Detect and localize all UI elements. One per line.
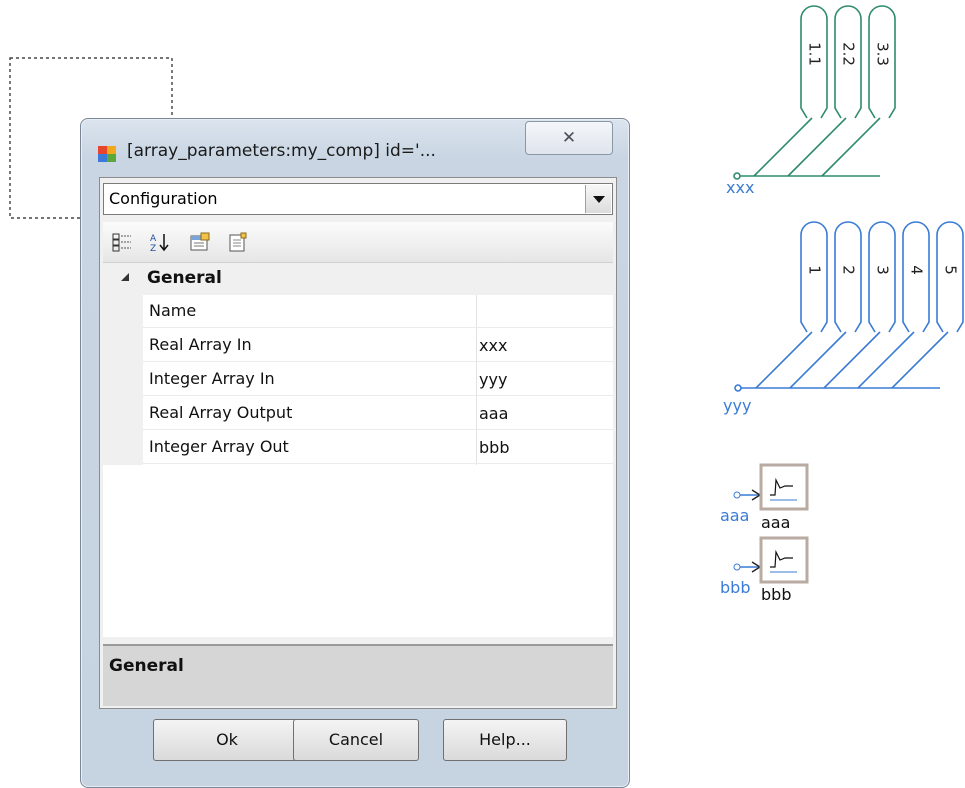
chevron-down-icon[interactable] [585,185,611,213]
property-value[interactable]: yyy [479,370,507,389]
cancel-button[interactable]: Cancel [293,719,419,761]
array-element-label: 3 [874,265,892,275]
array-element-label: 1 [806,265,824,275]
output-block-bbb[interactable] [733,536,809,584]
description-pane: General [103,644,613,706]
svg-text:Z: Z [150,244,156,253]
category-dropdown-value: Configuration [109,189,218,208]
array-element-capsule[interactable] [936,221,964,333]
dialog-title: [array_parameters:my_comp] id='... [127,141,436,161]
app-window-icon [98,146,116,162]
property-name: Integer Array In [149,369,275,388]
array-element-connector [857,331,915,389]
array-element-label: 4 [908,265,926,275]
output-block-aaa[interactable] [733,463,809,511]
events-icon[interactable] [227,231,249,253]
array-element-capsule[interactable] [868,221,896,333]
property-pages-icon[interactable] [189,231,211,253]
block-label-bbb: bbb [761,585,792,604]
close-button[interactable]: ✕ [525,121,613,155]
block-label-aaa: aaa [761,513,791,532]
property-name: Integer Array Out [149,437,289,456]
array-element-label: 1.1 [806,42,824,66]
array-element-label: 3.3 [874,42,892,66]
array-element-capsule[interactable] [800,221,828,333]
array-element-connector [787,117,847,177]
blue-array-group[interactable]: 1 2 3 4 5 [734,221,964,392]
property-value[interactable]: bbb [479,438,509,457]
property-row-name[interactable]: Name [143,295,613,328]
array-element-capsule[interactable] [834,221,862,333]
ok-button[interactable]: Ok [153,719,301,761]
svg-text:A: A [150,234,157,244]
property-row-real-array-in[interactable]: Real Array In xxx [143,329,613,362]
close-icon: ✕ [561,128,577,148]
property-row-integer-array-out[interactable]: Integer Array Out bbb [143,431,613,464]
category-label: General [147,268,222,288]
property-row-integer-array-in[interactable]: Integer Array In yyy [143,363,613,396]
array-element-connector [823,331,881,389]
properties-dialog: [array_parameters:my_comp] id='... ✕ Con… [80,118,630,788]
category-dropdown[interactable]: Configuration [103,183,613,215]
array-element-connector [753,117,813,177]
array-element-label: 5 [942,265,960,275]
description-title: General [109,656,184,676]
wire-label-bbb: bbb [720,578,751,597]
array-element-label: 2 [840,265,858,275]
property-name: Real Array Output [149,403,293,422]
property-value[interactable]: xxx [479,336,507,355]
category-row-general[interactable]: General [103,263,613,295]
array-element-connector [755,331,813,389]
help-button[interactable]: Help... [443,719,567,761]
property-name: Name [149,301,197,320]
array-element-connector [789,331,847,389]
property-grid-panel: Configuration A Z General Name Real Arra… [99,177,617,709]
categorized-icon[interactable] [111,231,133,253]
sort-alphabetical-icon[interactable]: A Z [149,231,171,253]
wire-label-aaa: aaa [720,506,750,525]
property-grid: General Name Real Array In xxx Integer A… [103,262,613,637]
array-element-label: 2.2 [840,42,858,66]
collapse-triangle-icon[interactable] [121,273,129,281]
array-element-capsule[interactable] [902,221,930,333]
property-toolbar: A Z [103,222,613,262]
array-element-connector [891,331,949,389]
port-circle[interactable] [734,384,742,392]
wire-label-xxx: xxx [726,178,755,197]
array-element-connector [821,117,881,177]
grid-gutter [103,295,143,465]
green-array-group[interactable]: 1.1 2.2 3.3 [733,5,896,180]
property-name: Real Array In [149,335,252,354]
wire-label-yyy: yyy [723,396,752,415]
property-value[interactable]: aaa [479,404,508,423]
property-row-real-array-output[interactable]: Real Array Output aaa [143,397,613,430]
